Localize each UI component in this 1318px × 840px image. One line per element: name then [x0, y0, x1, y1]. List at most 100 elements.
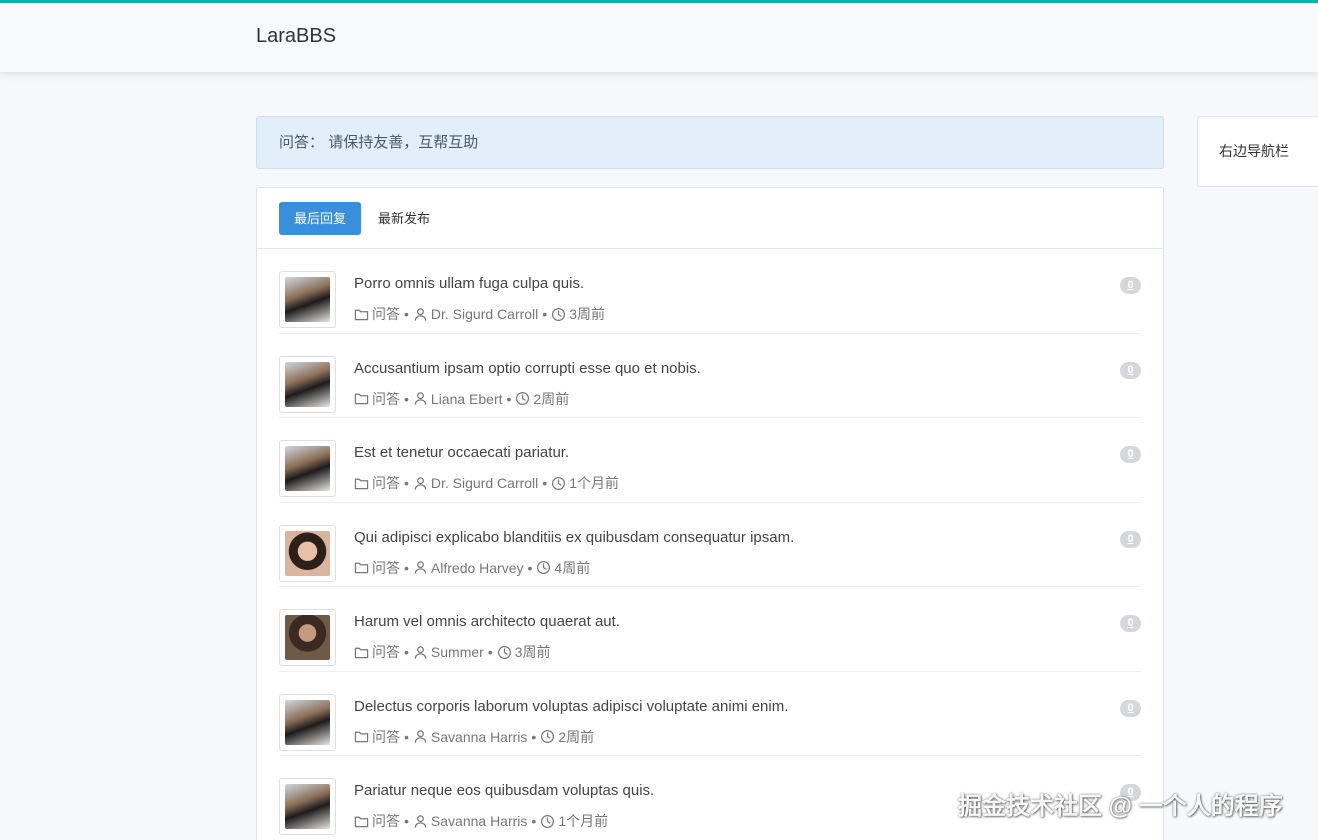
user-icon	[413, 306, 429, 322]
user-icon	[413, 729, 429, 745]
top-navbar: LaraBBS	[0, 0, 1318, 72]
notice-description: 请保持友善，互帮互助	[328, 134, 479, 151]
topic-meta: 问答 • Savanna Harris • 2周前	[354, 727, 594, 747]
sidebar-label: 右边导航栏	[1219, 143, 1289, 159]
meta-separator: •	[527, 559, 533, 576]
author-avatar[interactable]	[279, 271, 336, 328]
folder-icon	[354, 475, 370, 491]
topic-category-link[interactable]: 问答	[372, 389, 400, 409]
topic-time: 2周前	[558, 728, 595, 745]
topic-author-link[interactable]: Alfredo Harvey	[431, 560, 524, 576]
user-icon	[413, 813, 429, 829]
avatar-image	[285, 530, 330, 576]
topic-author-link[interactable]: Savanna Harris	[431, 729, 528, 745]
topic-author-link[interactable]: Liana Ebert	[431, 391, 503, 407]
user-icon	[413, 644, 429, 660]
user-icon	[413, 475, 429, 491]
reply-count-badge[interactable]: 0	[1120, 361, 1141, 379]
avatar-image	[285, 615, 330, 660]
folder-icon	[354, 560, 370, 576]
topic-category-link[interactable]: 问答	[372, 811, 400, 831]
meta-separator: •	[542, 475, 548, 491]
folder-icon	[354, 729, 370, 745]
meta-separator: •	[404, 306, 409, 322]
clock-icon	[536, 560, 552, 576]
topic-meta: 问答 • Summer • 3周前	[354, 642, 551, 662]
right-sidebar: 右边导航栏	[1197, 116, 1318, 187]
author-avatar[interactable]	[279, 693, 336, 751]
meta-separator: •	[542, 306, 548, 322]
topic-author-link[interactable]: Dr. Sigurd Carroll	[431, 306, 538, 322]
user-icon	[413, 391, 429, 407]
topic-title-link[interactable]: Pariatur neque eos quibusdam voluptas qu…	[354, 782, 654, 799]
topic-meta: 问答 • Dr. Sigurd Carroll • 3周前	[354, 304, 605, 324]
watermark: 掘金技术社区 @ 一个人的程序	[958, 793, 1283, 820]
reply-count-badge[interactable]: 0	[1120, 530, 1141, 548]
clock-icon	[497, 644, 513, 660]
reply-count-badge[interactable]: 0	[1120, 699, 1141, 717]
topic-title-link[interactable]: Harum vel omnis architecto quaerat aut.	[354, 613, 620, 630]
topic-category-link[interactable]: 问答	[372, 304, 400, 324]
topic-title-link[interactable]: Est et tenetur occaecati pariatur.	[354, 444, 569, 461]
notice-category: 问答：	[279, 134, 325, 151]
topic-meta: 问答 • Liana Ebert • 2周前	[354, 389, 569, 409]
topic-category-link[interactable]: 问答	[372, 642, 400, 662]
tab-last-reply[interactable]: 最后回复	[279, 201, 362, 235]
topic-title-link[interactable]: Delectus corporis laborum voluptas adipi…	[354, 698, 788, 715]
author-avatar[interactable]	[279, 355, 336, 413]
avatar-image	[285, 361, 330, 407]
author-avatar[interactable]	[279, 440, 336, 497]
avatar-image	[285, 277, 330, 322]
folder-icon	[354, 391, 370, 407]
topic-category-link[interactable]: 问答	[372, 558, 400, 578]
topic-title-link[interactable]: Qui adipisci explicabo blanditiis ex qui…	[354, 529, 794, 546]
clock-icon	[540, 729, 556, 745]
topic-time: 1个月前	[558, 813, 609, 829]
folder-icon	[354, 644, 370, 660]
meta-separator: •	[404, 644, 409, 660]
meta-separator: •	[487, 644, 493, 660]
topic-meta: 问答 • Savanna Harris • 1个月前	[354, 811, 608, 831]
reply-count-badge[interactable]: 0	[1120, 277, 1141, 294]
meta-separator: •	[531, 728, 537, 745]
topic-item: Qui adipisci explicabo blanditiis ex qui…	[279, 503, 1141, 587]
topic-category-link[interactable]: 问答	[372, 473, 400, 493]
author-avatar[interactable]	[279, 778, 336, 835]
meta-separator: •	[404, 813, 409, 829]
folder-icon	[354, 306, 370, 322]
meta-separator: •	[404, 475, 409, 491]
topic-time: 3周前	[514, 644, 551, 660]
topic-list: Porro omnis ullam fuga culpa quis. 问答 • Dr.…	[257, 249, 1163, 840]
avatar-image	[285, 699, 330, 745]
topic-title-link[interactable]: Accusantium ipsam optio corrupti esse qu…	[354, 360, 701, 377]
meta-separator: •	[404, 728, 409, 745]
avatar-image	[285, 784, 330, 829]
brand-logo-link[interactable]: LaraBBS	[256, 25, 336, 48]
clock-icon	[551, 306, 567, 322]
clock-icon	[515, 391, 531, 407]
tab-newest[interactable]: 最新发布	[363, 202, 445, 235]
topic-meta: 问答 • Dr. Sigurd Carroll • 1个月前	[354, 473, 619, 493]
topic-time: 3周前	[569, 306, 605, 322]
topic-author-link[interactable]: Savanna Harris	[431, 813, 528, 829]
author-avatar[interactable]	[279, 609, 336, 666]
topic-category-link[interactable]: 问答	[372, 727, 400, 747]
topic-time: 4周前	[554, 559, 591, 576]
topic-author-link[interactable]: Summer	[431, 644, 484, 660]
clock-icon	[540, 813, 556, 829]
topic-item: Porro omnis ullam fuga culpa quis. 问答 • Dr.…	[279, 249, 1141, 334]
reply-count-badge[interactable]: 0	[1120, 446, 1141, 463]
clock-icon	[551, 475, 567, 491]
meta-separator: •	[531, 813, 537, 829]
meta-separator: •	[404, 390, 409, 407]
topic-meta: 问答 • Alfredo Harvey • 4周前	[354, 558, 590, 578]
reply-count-badge[interactable]: 0	[1120, 615, 1141, 632]
folder-icon	[354, 813, 370, 829]
topic-author-link[interactable]: Dr. Sigurd Carroll	[431, 475, 538, 491]
topic-item: Delectus corporis laborum voluptas adipi…	[279, 672, 1141, 756]
author-avatar[interactable]	[279, 524, 336, 582]
topic-title-link[interactable]: Porro omnis ullam fuga culpa quis.	[354, 275, 584, 292]
meta-separator: •	[506, 390, 512, 407]
topic-time: 2周前	[533, 390, 570, 407]
avatar-image	[285, 446, 330, 491]
